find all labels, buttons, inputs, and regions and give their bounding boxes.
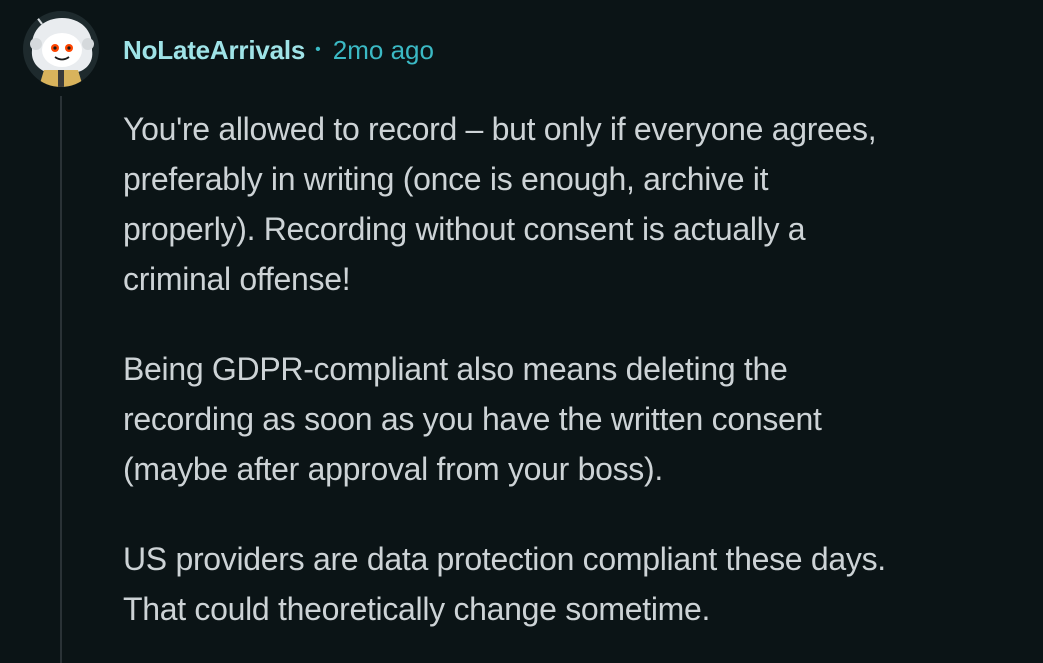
comment-text-line: properly). Recording without consent is … (123, 211, 806, 247)
meta-separator: • (315, 41, 321, 58)
comment-text-line: Being GDPR-compliant also means deleting… (123, 351, 788, 387)
comment-paragraph: Being GDPR-compliant also means deleting… (123, 344, 1023, 494)
comment-text-line: That could theoretically change sometime… (123, 591, 711, 627)
comment-paragraph: You're allowed to record – but only if e… (123, 104, 1023, 304)
comment-text-line: recording as soon as you have the writte… (123, 401, 822, 437)
snoo-avatar-icon (23, 11, 99, 87)
comment-text-line: US providers are data protection complia… (123, 541, 886, 577)
thread-collapse-line[interactable] (60, 96, 62, 663)
comment-text-line: criminal offense! (123, 261, 351, 297)
comment-text-line: (maybe after approval from your boss). (123, 451, 663, 487)
comment-paragraph: US providers are data protection complia… (123, 534, 1023, 634)
comment-text-line: You're allowed to record – but only if e… (123, 111, 877, 147)
comment-text-line: preferably in writing (once is enough, a… (123, 161, 769, 197)
comment-body: You're allowed to record – but only if e… (123, 104, 1023, 663)
user-avatar[interactable] (22, 10, 100, 88)
comment-meta: NoLateArrivals • 2mo ago (123, 30, 434, 70)
comment: NoLateArrivals • 2mo ago You're allowed … (0, 0, 1043, 663)
comment-timestamp[interactable]: 2mo ago (333, 35, 434, 66)
username-link[interactable]: NoLateArrivals (123, 35, 305, 66)
